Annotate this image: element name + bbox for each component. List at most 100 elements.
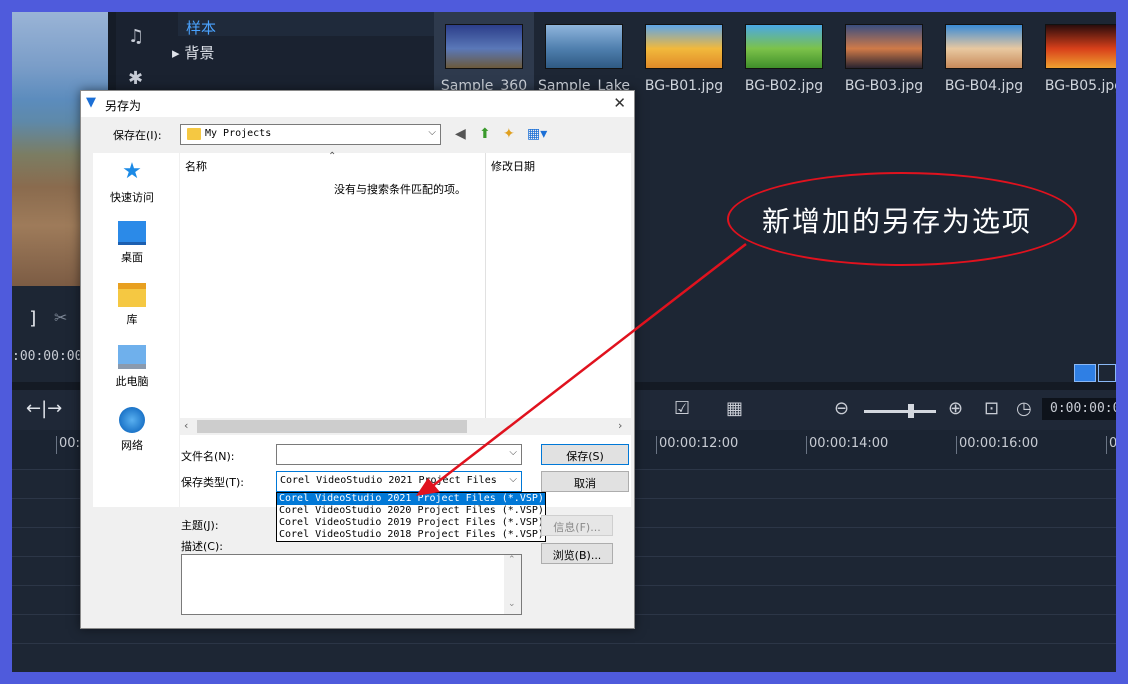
column-header-name[interactable]: 名称 (185, 158, 207, 174)
place-quick-access[interactable]: ★ 快速访问 (93, 159, 171, 205)
library-thumbnail[interactable]: BG-B02.jpg (734, 12, 834, 98)
library-thumbnail[interactable]: BG-B05.jpg (1034, 12, 1116, 98)
thumbnail-label: BG-B01.jpg (644, 78, 724, 94)
thumbnail-label: BG-B03.jpg (844, 78, 924, 94)
chevron-down-icon[interactable]: ⌵ (509, 447, 517, 458)
effects-icon[interactable]: ✱ (128, 68, 143, 89)
scroll-up-icon[interactable]: ⌃ (508, 555, 516, 565)
computer-icon (118, 345, 146, 369)
filename-input[interactable]: ⌵ (276, 444, 522, 465)
mark-icon[interactable]: ☑ (674, 398, 690, 419)
thumbnail-image (445, 24, 523, 69)
zoom-out-icon[interactable]: ⊖ (834, 398, 849, 419)
sort-ascending-icon: ⌃ (328, 151, 337, 162)
vertical-scrollbar[interactable]: ⌃ ⌄ (504, 555, 521, 614)
music-icon[interactable]: ♫ (128, 26, 144, 47)
thumbnail-image (545, 24, 623, 69)
thumbnail-label: BG-B05.jpg (1044, 78, 1116, 94)
library-icon (118, 283, 146, 307)
scrollbar-thumb[interactable] (197, 420, 467, 433)
annotation-text: 新增加的另存为选项 (762, 205, 1033, 238)
nav-item-background[interactable]: ▸ 背景 (172, 42, 214, 63)
filetype-option[interactable]: Corel VideoStudio 2019 Project Files (*.… (277, 517, 545, 529)
nav-active-highlight (178, 12, 434, 36)
look-in-label: 保存在(I): (113, 129, 162, 142)
new-folder-icon[interactable]: ✦ (503, 126, 515, 142)
look-in-combo[interactable]: My Projects ⌵ (180, 124, 441, 145)
app-logo-icon: ▼ (86, 95, 96, 110)
scroll-right-icon[interactable]: › (618, 419, 622, 432)
ruler-tick: 00:00:16:00 (956, 436, 1038, 454)
info-button[interactable]: 信息(F)... (541, 515, 613, 536)
save-as-dialog: ▼ 另存为 ✕ 保存在(I): My Projects ⌵ ◀ ⬆ ✦ ▦▾ ★… (80, 90, 635, 629)
save-button[interactable]: 保存(S) (541, 444, 629, 465)
filetype-option[interactable]: Corel VideoStudio 2021 Project Files (*.… (277, 493, 545, 505)
library-thumbnail[interactable]: BG-B03.jpg (834, 12, 934, 98)
view-menu-icon[interactable]: ▦▾ (527, 126, 547, 142)
filetype-option[interactable]: Corel VideoStudio 2020 Project Files (*.… (277, 505, 545, 517)
chevron-down-icon[interactable]: ⌵ (428, 127, 436, 138)
places-bar: ★ 快速访问 桌面 库 此电脑 网络 (93, 153, 179, 507)
ruler-tick: 00:00:14:00 (806, 436, 888, 454)
track-manager-icon[interactable]: ▦ (726, 398, 743, 419)
thumbnail-image (745, 24, 823, 69)
scroll-left-icon[interactable]: ‹ (184, 419, 188, 432)
horizontal-scrollbar[interactable]: ‹ › (180, 418, 631, 435)
view-mode-button-alt[interactable] (1098, 364, 1116, 382)
scroll-down-icon[interactable]: ⌄ (508, 599, 516, 609)
folder-icon (187, 128, 201, 140)
up-folder-icon[interactable]: ⬆ (479, 126, 491, 142)
thumbnail-label: BG-B04.jpg (944, 78, 1024, 94)
place-network[interactable]: 网络 (93, 407, 171, 453)
cancel-button[interactable]: 取消 (541, 471, 629, 492)
thumbnail-image (845, 24, 923, 69)
thumbnail-image (1045, 24, 1116, 69)
place-library[interactable]: 库 (93, 283, 171, 327)
dialog-title: 另存为 (105, 99, 142, 113)
ruler-tick: 00:00:12:00 (656, 436, 738, 454)
dialog-title-bar[interactable]: ▼ 另存为 ✕ (81, 91, 634, 117)
browse-button[interactable]: 浏览(B)... (541, 543, 613, 564)
filename-label: 文件名(N): (181, 450, 235, 463)
mark-out-button[interactable]: ] (28, 308, 39, 329)
place-this-pc[interactable]: 此电脑 (93, 345, 171, 389)
clock-icon[interactable]: ◷ (1016, 398, 1032, 419)
zoom-slider-thumb[interactable] (908, 404, 914, 418)
close-icon[interactable]: ✕ (613, 94, 626, 112)
thumbnail-label: BG-B02.jpg (744, 78, 824, 94)
preview-timecode[interactable]: :00:00:00 (12, 349, 82, 364)
filetype-label: 保存类型(T): (181, 476, 245, 489)
place-label: 库 (126, 313, 138, 326)
chevron-down-icon[interactable]: ⌵ (509, 474, 517, 485)
filetype-option[interactable]: Corel VideoStudio 2018 Project Files (*.… (277, 529, 545, 541)
column-separator[interactable] (485, 153, 486, 418)
network-icon (119, 407, 145, 433)
back-icon[interactable]: ◀ (455, 126, 466, 142)
library-thumbnail[interactable]: Sample_360 (434, 12, 534, 98)
ruler-tick: 0 (1106, 436, 1116, 454)
description-label: 描述(C): (181, 540, 223, 553)
library-thumbnail[interactable]: BG-B01.jpg (634, 12, 734, 98)
desktop-icon (118, 221, 146, 245)
library-thumbnail[interactable]: Sample_Lake (534, 12, 634, 98)
fit-project-icon[interactable]: ←|→ (26, 398, 62, 419)
filetype-select[interactable]: Corel VideoStudio 2021 Project Files ⌵ (276, 471, 522, 492)
scissors-icon[interactable]: ✂ (54, 308, 67, 327)
timeline-timecode[interactable]: 0:00:00:0 (1042, 398, 1116, 420)
subject-label: 主题(J): (181, 519, 219, 532)
zoom-in-icon[interactable]: ⊕ (948, 398, 963, 419)
library-thumbnail[interactable]: BG-B04.jpg (934, 12, 1034, 98)
fit-icon[interactable]: ⊡ (984, 398, 999, 419)
column-header-date[interactable]: 修改日期 (491, 158, 535, 174)
empty-message: 没有与搜索条件匹配的项。 (334, 183, 466, 196)
nav-item-sample[interactable]: 样本 (186, 17, 216, 38)
place-desktop[interactable]: 桌面 (93, 221, 171, 265)
thumbnail-image (945, 24, 1023, 69)
thumbnail-image (645, 24, 723, 69)
zoom-slider[interactable] (864, 410, 936, 413)
place-label: 此电脑 (115, 375, 149, 388)
place-label: 快速访问 (110, 191, 154, 204)
view-mode-button[interactable] (1074, 364, 1096, 382)
description-textarea[interactable]: ⌃ ⌄ (181, 554, 522, 615)
library-thumbnails: Sample_360 Sample_Lake BG-B01.jpg BG-B02.jp… (434, 12, 1116, 102)
